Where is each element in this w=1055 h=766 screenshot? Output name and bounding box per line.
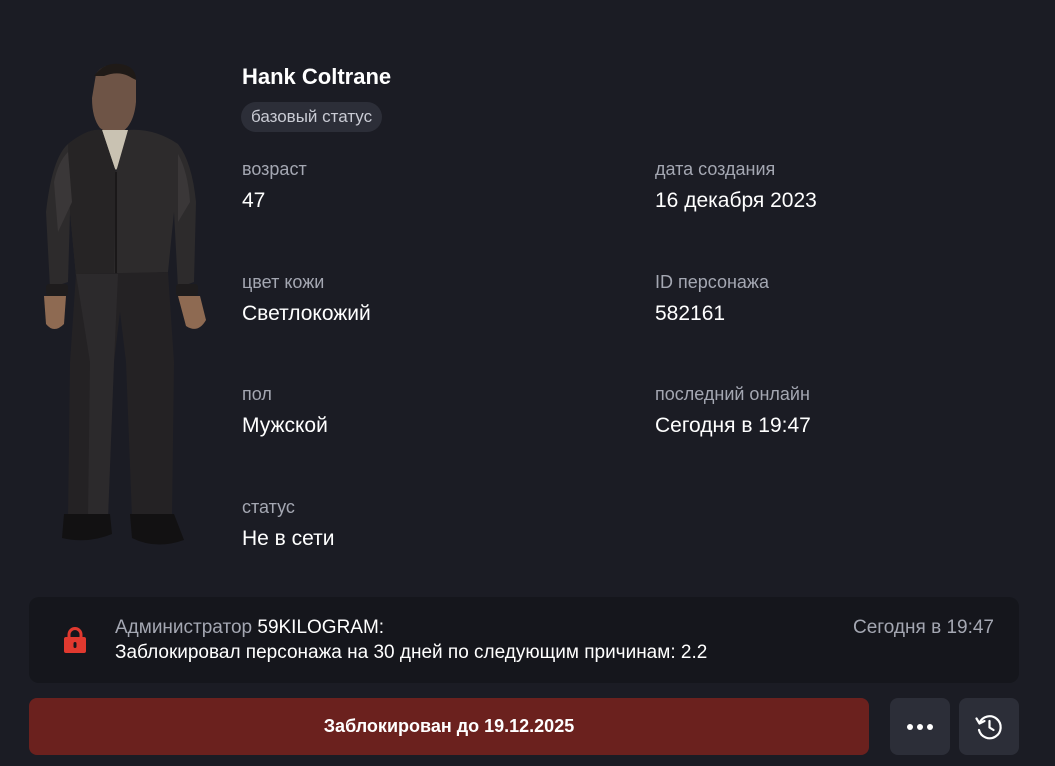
age-field: возраст 47 (242, 157, 307, 215)
history-button[interactable] (959, 698, 1019, 755)
blocked-until-button[interactable]: Заблокирован до 19.12.2025 (29, 698, 869, 755)
notice-timestamp: Сегодня в 19:47 (852, 617, 994, 638)
skin-field: цвет кожи Светлокожий (242, 270, 371, 328)
lock-icon (64, 627, 86, 653)
created-label: дата создания (655, 159, 776, 179)
skin-value: Светлокожий (242, 302, 371, 325)
age-value: 47 (242, 189, 266, 212)
status-value: Не в сети (242, 527, 335, 550)
last-online-value: Сегодня в 19:47 (655, 414, 811, 437)
notice-role: Администратор (115, 617, 253, 638)
last-online-field: последний онлайн Сегодня в 19:47 (655, 382, 811, 440)
character-id-label: ID персонажа (655, 272, 769, 292)
history-clock-icon (975, 714, 1002, 739)
gender-field: пол Мужской (242, 382, 328, 440)
last-online-label: последний онлайн (655, 384, 810, 404)
status-label: статус (242, 497, 295, 517)
status-field: статус Не в сети (242, 495, 335, 553)
notice-message: Заблокировал персонажа на 30 дней по сле… (115, 642, 708, 663)
character-id-field: ID персонажа 582161 (655, 270, 769, 328)
created-field: дата создания 16 декабря 2023 (655, 157, 817, 215)
created-value: 16 декабря 2023 (655, 189, 817, 212)
character-name: Hank Coltrane (242, 64, 392, 89)
character-avatar (44, 63, 206, 545)
skin-label: цвет кожи (242, 272, 325, 292)
character-profile: Hank Coltrane базовый статус возраст 47 … (0, 0, 1055, 766)
status-badge: базовый статус (241, 102, 383, 132)
notice-admin-name: 59KILOGRAM: (257, 617, 385, 638)
notice-author: Администратор 59KILOGRAM: (115, 616, 384, 640)
age-label: возраст (242, 159, 307, 179)
more-options-button[interactable] (890, 698, 950, 755)
gender-label: пол (242, 384, 272, 404)
gender-value: Мужской (242, 414, 328, 437)
more-dots-icon (907, 723, 933, 730)
ban-notice: Администратор 59KILOGRAM: Заблокировал п… (29, 597, 1019, 683)
character-id-value: 582161 (655, 302, 726, 325)
